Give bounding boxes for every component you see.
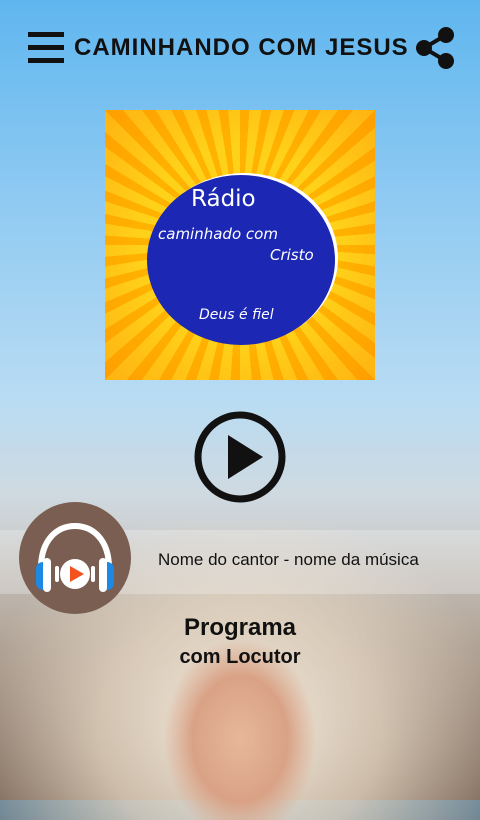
program-title: Programa: [183, 614, 297, 641]
logo-line2: Cristo: [270, 246, 314, 264]
menu-button[interactable]: [28, 32, 64, 64]
logo-line1: caminhado com: [158, 225, 278, 243]
program-host: com Locutor: [179, 646, 301, 668]
now-playing-text: Nome do cantor - nome da música: [158, 550, 419, 569]
play-icon: [194, 411, 286, 503]
share-button[interactable]: [414, 26, 456, 70]
station-logo: Rádio caminhado com Cristo Deus é fiel: [105, 110, 375, 380]
now-playing-avatar: [19, 502, 131, 614]
app-header: CAMINHANDO COM JESUS: [0, 0, 480, 100]
app-title: CAMINHANDO COM JESUS: [74, 34, 409, 61]
share-icon: [416, 27, 454, 69]
logo-tagline: Deus é fiel: [199, 307, 274, 323]
play-button[interactable]: [193, 410, 287, 504]
headphones-play-icon: [36, 522, 114, 592]
logo-heading: Rádio: [191, 186, 256, 212]
